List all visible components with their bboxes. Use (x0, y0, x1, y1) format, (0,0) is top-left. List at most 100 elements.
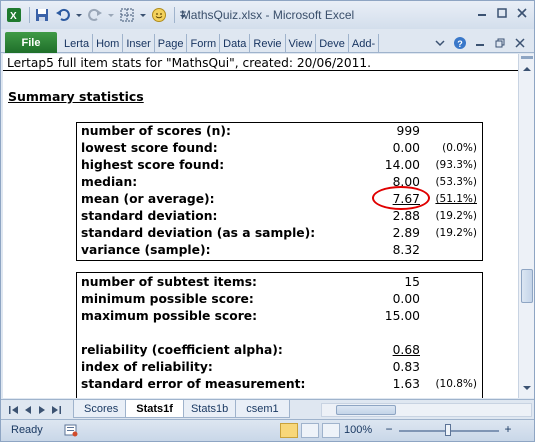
vertical-scroll-thumb[interactable] (521, 269, 533, 303)
window-title: MathsQuiz.xlsx - Microsoft Excel (180, 8, 355, 22)
stat-row[interactable]: reliability (coefficient alpha): 0.68 (77, 342, 482, 359)
tab-lertap[interactable]: Lerta (61, 34, 94, 53)
page-layout-view-icon[interactable] (301, 423, 319, 438)
stat-row-blank[interactable] (77, 325, 482, 342)
zoom-slider-thumb[interactable] (445, 424, 451, 436)
tab-data[interactable]: Data (220, 34, 251, 53)
horizontal-scrollbar[interactable] (321, 403, 532, 417)
stat-value: 15 (404, 275, 420, 289)
zoom-out-icon[interactable]: − (382, 422, 396, 436)
stat-row[interactable]: number of subtest items: 15 (77, 274, 482, 291)
stat-label: variance (sample): (81, 243, 211, 257)
stat-percent: (19.2%) (435, 227, 477, 239)
first-sheet-icon[interactable] (7, 403, 21, 417)
title-bar: X MathsQuiz.xlsx - Microsoft Excel (1, 1, 534, 29)
stat-row[interactable]: lowest score found: 0.00 (0.0%) (77, 140, 482, 157)
stat-label: reliability (coefficient alpha): (81, 343, 283, 357)
normal-view-icon[interactable] (280, 423, 298, 438)
horizontal-scroll-thumb[interactable] (336, 405, 396, 415)
stat-value: 1.63 (392, 377, 420, 391)
tab-review[interactable]: Revie (250, 34, 286, 53)
stat-label: standard error of measurement: (81, 377, 306, 391)
sheet-tab-bar: Scores Stats1f Stats1b csem1 (1, 399, 534, 419)
stat-value: 0.00 (392, 141, 420, 155)
stat-value: 999 (396, 124, 420, 138)
stat-value: 2.88 (392, 209, 420, 223)
stat-percent: (0.0%) (442, 142, 477, 154)
page-break-view-icon[interactable] (322, 423, 340, 438)
stat-row[interactable]: maximum possible score: 15.00 (77, 308, 482, 325)
stat-percent: (10.8%) (435, 378, 477, 390)
collapse-ribbon-icon[interactable] (430, 34, 450, 52)
tab-formulas[interactable]: Form (187, 34, 221, 53)
tab-developer[interactable]: Deve (316, 34, 349, 53)
last-sheet-icon[interactable] (49, 403, 63, 417)
stat-label: lowest score found: (81, 141, 218, 155)
status-bar: Ready 100% − + (1, 419, 534, 441)
macro-record-icon[interactable] (64, 423, 78, 437)
excel-window: X MathsQuiz.xlsx - Microsoft Excel File … (0, 0, 535, 442)
scroll-down-icon[interactable] (520, 381, 534, 395)
stat-row[interactable]: standard deviation (as a sample): 2.89 (… (77, 225, 482, 242)
ribbon-tab-bar: File Lerta Hom Inser Page Form Data Revi… (1, 29, 534, 53)
stat-row[interactable]: standard deviation: 2.88 (19.2%) (77, 208, 482, 225)
tab-add-ins[interactable]: Add- (349, 34, 380, 53)
stat-label: median: (81, 175, 138, 189)
vertical-scrollbar[interactable] (518, 54, 534, 398)
view-buttons (280, 423, 343, 438)
sheet-tab-csem1[interactable]: csem1 (235, 400, 290, 418)
sheet-tab-stats1f[interactable]: Stats1f (125, 400, 184, 418)
help-icon[interactable]: ? (450, 34, 470, 52)
stat-value: 8.32 (392, 243, 420, 257)
stat-label: maximum possible score: (81, 309, 258, 323)
zoom-level[interactable]: 100% (344, 424, 372, 436)
tab-insert[interactable]: Inser (123, 34, 155, 53)
minimize-icon[interactable] (472, 4, 492, 22)
stat-row[interactable]: index of reliability: 0.83 (77, 359, 482, 376)
next-sheet-icon[interactable] (35, 403, 49, 417)
sheet-nav-buttons (7, 403, 63, 417)
stat-value: 0.83 (392, 360, 420, 374)
tab-view[interactable]: View (286, 34, 317, 53)
stat-label: standard deviation: (81, 209, 218, 223)
workbook-minimize-icon[interactable] (470, 34, 490, 52)
sheet-tabs: Scores Stats1f Stats1b csem1 (73, 400, 290, 418)
workbook-close-icon[interactable] (510, 34, 530, 52)
file-tab[interactable]: File (5, 32, 57, 53)
test-stats-box: number of subtest items: 15 minimum poss… (76, 272, 483, 398)
tab-page-layout[interactable]: Page (155, 34, 188, 53)
summary-title: Summary statistics (8, 89, 144, 104)
stat-percent: (19.2%) (435, 210, 477, 222)
workbook-restore-icon[interactable] (490, 34, 510, 52)
prev-sheet-icon[interactable] (21, 403, 35, 417)
stat-label: mean (or average): (81, 192, 215, 206)
stat-row[interactable]: standard error of measurement: 1.63 (10.… (77, 376, 482, 393)
ready-status: Ready (11, 424, 43, 436)
split-handle[interactable] (521, 56, 533, 59)
highlight-circle (372, 186, 430, 210)
stat-label: number of subtest items: (81, 275, 257, 289)
stat-label: index of reliability: (81, 360, 213, 374)
tab-home[interactable]: Hom (93, 34, 124, 53)
zoom-in-icon[interactable]: + (501, 422, 515, 436)
stat-percent: (93.3%) (435, 159, 477, 171)
ribbon-tabs: Lerta Hom Inser Page Form Data Revie Vie… (61, 34, 380, 53)
close-icon[interactable] (512, 4, 532, 22)
maximize-icon[interactable] (492, 4, 512, 22)
ribbon-controls: ? (430, 34, 530, 52)
stat-row[interactable]: number of scores (n): 999 (77, 123, 482, 140)
stat-value: 0.00 (392, 292, 420, 306)
stat-row[interactable]: minimum possible score: 0.00 (77, 291, 482, 308)
window-controls (472, 4, 532, 22)
stat-percent: (53.3%) (435, 176, 477, 188)
stat-row[interactable]: highest score found: 14.00 (93.3%) (77, 157, 482, 174)
stat-value: 0.68 (392, 343, 420, 357)
stat-label: highest score found: (81, 158, 225, 172)
stat-value: 14.00 (384, 158, 420, 172)
worksheet-grid[interactable]: Lertap5 full item stats for "MathsQui", … (3, 54, 518, 398)
scroll-up-icon[interactable] (520, 62, 534, 76)
sheet-tab-stats1b[interactable]: Stats1b (179, 400, 240, 418)
report-header: Lertap5 full item stats for "MathsQui", … (7, 56, 372, 70)
stat-row[interactable]: variance (sample): 8.32 (77, 242, 482, 259)
sheet-tab-scores[interactable]: Scores (73, 400, 130, 418)
